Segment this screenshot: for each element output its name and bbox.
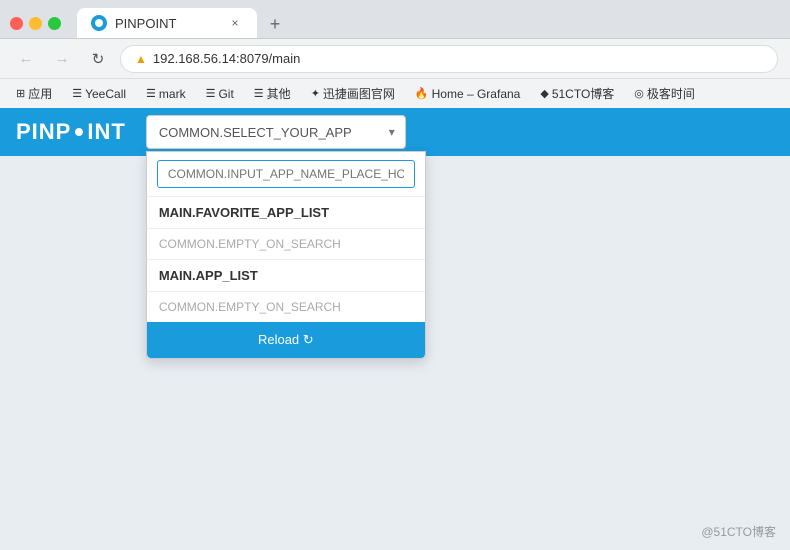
bookmark-apps-label: 应用 xyxy=(28,85,52,102)
app-container: PINP INT COMMON.SELECT_YOUR_APP ▾ MAIN.FA… xyxy=(0,108,790,550)
back-button[interactable]: ← xyxy=(12,45,40,73)
favorite-empty-label: COMMON.EMPTY_ON_SEARCH xyxy=(147,229,425,259)
folder-icon-1: ☰ xyxy=(72,87,82,100)
app-list-empty-label: COMMON.EMPTY_ON_SEARCH xyxy=(147,292,425,322)
new-tab-button[interactable]: + xyxy=(261,10,289,38)
bookmark-other[interactable]: ☰ 其他 xyxy=(250,83,295,104)
bookmark-git-label: Git xyxy=(218,87,233,101)
bookmark-xunjie-label: 迅捷画图官网 xyxy=(323,85,395,102)
active-tab[interactable]: PINPOINT × xyxy=(77,8,257,38)
window-close-btn[interactable] xyxy=(10,17,23,30)
bookmarks-bar: ⊞ 应用 ☰ YeeCall ☰ mark ☰ Git ☰ 其他 ✦ 迅捷画图官… xyxy=(0,78,790,108)
app-nav: PINP INT COMMON.SELECT_YOUR_APP ▾ MAIN.FA… xyxy=(0,108,790,156)
watermark: @51CTO博客 xyxy=(701,523,776,540)
address-bar: ← → ↻ ▲ 192.168.56.14:8079/main xyxy=(0,38,790,78)
reload-label: Reload ↻ xyxy=(258,332,314,348)
grafana-icon: 🔥 xyxy=(415,87,429,100)
dropdown-arrow-icon: ▾ xyxy=(389,125,395,139)
xunjie-icon: ✦ xyxy=(311,87,320,100)
tab-bar: PINPOINT × + xyxy=(77,8,289,38)
bookmark-geek-label: 极客时间 xyxy=(647,85,695,102)
bookmark-51cto[interactable]: ◆ 51CTO博客 xyxy=(536,83,618,104)
address-input[interactable]: ▲ 192.168.56.14:8079/main xyxy=(120,45,778,73)
folder-icon-2: ☰ xyxy=(146,87,156,100)
app-selector-dropdown[interactable]: COMMON.SELECT_YOUR_APP ▾ MAIN.FAVORITE_A… xyxy=(146,115,406,149)
logo-text-2: INT xyxy=(87,119,125,145)
security-icon: ▲ xyxy=(135,52,147,66)
tab-favicon xyxy=(91,15,107,31)
bookmark-git[interactable]: ☰ Git xyxy=(202,85,238,103)
reload-button[interactable]: Reload ↻ xyxy=(147,322,425,358)
bookmark-mark[interactable]: ☰ mark xyxy=(142,85,190,103)
tab-title: PINPOINT xyxy=(115,16,176,31)
bookmark-yeecall-label: YeeCall xyxy=(85,87,126,101)
window-maximize-btn[interactable] xyxy=(48,17,61,30)
bookmark-grafana[interactable]: 🔥 Home – Grafana xyxy=(411,85,524,103)
bookmark-other-label: 其他 xyxy=(267,85,291,102)
logo-dot-icon xyxy=(75,128,83,136)
bookmark-51cto-label: 51CTO博客 xyxy=(552,85,614,102)
window-controls xyxy=(10,17,61,30)
bookmark-geek[interactable]: ◎ 极客时间 xyxy=(630,83,699,104)
bookmark-xunjie[interactable]: ✦ 迅捷画图官网 xyxy=(307,83,399,104)
app-list-header: MAIN.APP_LIST xyxy=(147,260,425,291)
apps-icon: ⊞ xyxy=(16,87,25,100)
window-minimize-btn[interactable] xyxy=(29,17,42,30)
favorite-app-list-header: MAIN.FAVORITE_APP_LIST xyxy=(147,197,425,228)
tab-close-btn[interactable]: × xyxy=(227,15,243,31)
dropdown-trigger[interactable]: COMMON.SELECT_YOUR_APP ▾ xyxy=(146,115,406,149)
title-bar: PINPOINT × + xyxy=(0,0,790,38)
folder-icon-4: ☰ xyxy=(254,87,264,100)
refresh-button[interactable]: ↻ xyxy=(84,45,112,73)
geek-icon: ◎ xyxy=(634,87,644,100)
folder-icon-3: ☰ xyxy=(206,87,216,100)
forward-button[interactable]: → xyxy=(48,45,76,73)
dropdown-search-area xyxy=(147,152,425,197)
address-text: 192.168.56.14:8079/main xyxy=(153,51,300,66)
bookmark-yeecall[interactable]: ☰ YeeCall xyxy=(68,85,130,103)
51cto-icon: ◆ xyxy=(540,87,548,100)
bookmark-mark-label: mark xyxy=(159,87,186,101)
app-search-input[interactable] xyxy=(157,160,415,188)
app-logo: PINP INT xyxy=(16,119,126,145)
dropdown-panel: MAIN.FAVORITE_APP_LIST COMMON.EMPTY_ON_S… xyxy=(146,151,426,359)
dropdown-placeholder: COMMON.SELECT_YOUR_APP xyxy=(159,125,352,140)
bookmark-apps[interactable]: ⊞ 应用 xyxy=(12,83,56,104)
bookmark-grafana-label: Home – Grafana xyxy=(432,87,521,101)
logo-text-1: PINP xyxy=(16,119,71,145)
